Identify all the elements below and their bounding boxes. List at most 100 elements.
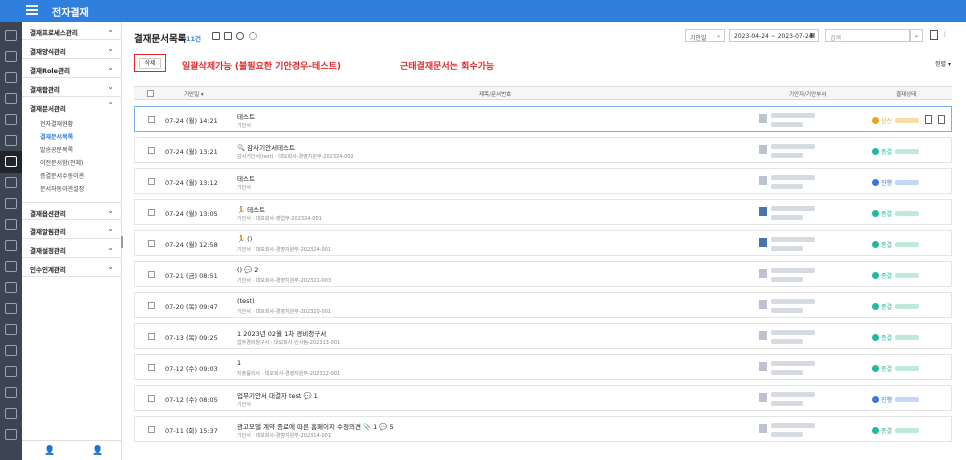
row-title[interactable]: (test) — [237, 297, 255, 305]
monitor-icon[interactable] — [5, 324, 17, 335]
calendar-icon[interactable] — [5, 240, 17, 251]
delete-button[interactable]: 삭제 — [139, 58, 161, 69]
row-checkbox[interactable] — [148, 147, 155, 154]
home-icon[interactable] — [5, 30, 17, 41]
row-checkbox[interactable] — [148, 116, 155, 123]
row-title[interactable]: 테스트 — [237, 111, 255, 121]
row-title[interactable]: 🔍 감사기안서테스트 — [237, 142, 295, 152]
sidebar-group-form[interactable]: 결재양식관리 ⌄ — [22, 41, 122, 59]
table-row[interactable]: 07-20 (목) 09:47 (test) 기안서 · 대모회사-경영지원부-20… — [134, 292, 952, 318]
row-title[interactable]: 광고모델 계약 종료에 따른 홈페이지 수정의견 📎 1 💬 5 — [237, 421, 394, 431]
org-icon[interactable] — [5, 303, 17, 314]
pen-icon[interactable] — [5, 156, 17, 167]
sidebar-item-manual-transfer[interactable]: 증결문서수동이관 — [40, 171, 84, 180]
row-title[interactable]: 업무기안서 대결자 test 💬 1 — [237, 390, 318, 400]
row-checkbox[interactable] — [148, 240, 155, 247]
header-date[interactable]: 기안일 ▾ — [184, 90, 204, 98]
search-input[interactable]: 검색 — [825, 29, 910, 42]
share-icon[interactable] — [938, 115, 945, 124]
pencil-icon[interactable] — [5, 177, 17, 188]
date-filter-select[interactable]: 기안일 ⌄ — [685, 29, 725, 42]
sidebar-group-box[interactable]: 결재함관리 ⌄ — [22, 79, 122, 97]
drafter-name-blurred — [771, 423, 815, 428]
sidebar-item-previous-box[interactable]: 이전문서함(전체) — [40, 158, 83, 167]
row-checkbox[interactable] — [148, 364, 155, 371]
row-checkbox[interactable] — [148, 209, 155, 216]
admin-user-icon[interactable]: 👤 — [92, 446, 103, 456]
sidebar-item-auto-transfer[interactable]: 문서자동이관설정 — [40, 184, 84, 193]
mail-icon[interactable] — [5, 219, 17, 230]
menu-icon[interactable] — [26, 5, 38, 17]
document-icon[interactable] — [5, 114, 17, 125]
table-row[interactable]: 07-11 (화) 15:37 광고모델 계약 종료에 따른 홈페이지 수정의견 … — [134, 416, 952, 442]
sidebar-group-process[interactable]: 결재프로세스관리 ⌄ — [22, 22, 122, 40]
sidebar-item-sent-list[interactable]: 발송공문목록 — [40, 145, 73, 154]
avatar — [759, 424, 767, 433]
sidebar-group-setting[interactable]: 결재설정관리 ⌄ — [22, 240, 122, 258]
sidebar-group-label: 결재양식관리 — [30, 48, 66, 56]
row-checkbox[interactable] — [148, 426, 155, 433]
sort-select[interactable]: 정렬 ▾ — [935, 59, 951, 68]
row-checkbox[interactable] — [148, 302, 155, 309]
row-title[interactable]: 🏃 () — [237, 235, 252, 243]
calculator-icon[interactable] — [5, 51, 17, 62]
clipboard-icon[interactable] — [5, 387, 17, 398]
drafter-dept-blurred — [771, 215, 803, 220]
row-title[interactable]: 1 2023년 02월 1차 경비청구서 — [237, 328, 326, 338]
view-toggle-icon[interactable] — [212, 32, 220, 40]
refresh-icon[interactable] — [249, 32, 257, 40]
table-row[interactable]: 07-24 (월) 13:05 🏃 테스트 기안서 · 대모회사-영업부-20232… — [134, 199, 952, 225]
drafter-dept-blurred — [771, 339, 803, 344]
more-icon[interactable]: ⋮ — [942, 31, 948, 38]
sidebar-group-alert[interactable]: 결재알림관리 ⌄ — [22, 221, 122, 239]
search-option-button[interactable]: ⌄ — [910, 29, 923, 42]
trash-icon[interactable] — [925, 115, 932, 124]
add-icon[interactable] — [236, 32, 244, 40]
building-icon[interactable] — [5, 429, 17, 440]
mail-icon[interactable] — [5, 135, 17, 146]
row-checkbox[interactable] — [148, 271, 155, 278]
excel-icon[interactable] — [930, 30, 938, 40]
printer-icon[interactable] — [5, 345, 17, 356]
table-row[interactable]: 07-21 (금) 08:51 () 💬 2 기안서 · 대모회사-경영지원부-20… — [134, 261, 952, 287]
row-title[interactable]: 1 — [237, 359, 241, 367]
calendar-icon[interactable] — [5, 261, 17, 272]
status-badge: 종결 — [872, 426, 920, 435]
tablet-icon[interactable] — [5, 366, 17, 377]
row-title[interactable]: 테스트 — [237, 173, 255, 183]
sidebar-item-status[interactable]: 전자결재현황 — [40, 119, 73, 128]
row-checkbox[interactable] — [148, 178, 155, 185]
table-row[interactable]: 07-24 (월) 12:58 🏃 () 기안서 · 대모회사-경영지원부-2023… — [134, 230, 952, 256]
row-checkbox[interactable] — [148, 333, 155, 340]
sidebar-resize-handle[interactable] — [121, 236, 123, 248]
row-title[interactable]: 🏃 테스트 — [237, 204, 265, 214]
document-icon[interactable] — [5, 72, 17, 83]
row-checkbox[interactable] — [148, 395, 155, 402]
table-row[interactable]: 07-24 (월) 13:12 테스트 기안서 진행 — [134, 168, 952, 194]
sidebar-group-document[interactable]: 결재문서관리 ⌃ — [22, 98, 122, 116]
row-drafter — [759, 235, 819, 251]
sidebar-item-document-list[interactable]: 결재문서목록 — [40, 132, 73, 141]
chevron-up-icon: ⌃ — [107, 101, 114, 110]
select-all-checkbox[interactable] — [147, 90, 154, 97]
id-icon[interactable] — [5, 408, 17, 419]
sidebar-group-option[interactable]: 결재옵션관리 ⌄ — [22, 202, 122, 220]
sidebar-group-role[interactable]: 결재Role관리 ⌄ — [22, 60, 122, 78]
approver-name-blurred — [895, 211, 920, 216]
page-title: 결재문서목록 — [134, 34, 187, 45]
play-icon[interactable] — [224, 32, 232, 40]
clipboard-icon[interactable] — [5, 282, 17, 293]
row-title[interactable]: () 💬 2 — [237, 266, 258, 274]
table-row[interactable]: 07-24 (월) 14:21 테스트 기안서 상신 — [134, 106, 952, 132]
row-doc-number: 기안서 · 대모회사-경영지원부-202314-001 — [237, 433, 332, 439]
table-row[interactable]: 07-13 (목) 09:25 1 2023년 02월 1차 경비청구서 업무경비청… — [134, 323, 952, 349]
sidebar-group-handover[interactable]: 인수인계관리 ⌄ — [22, 259, 122, 277]
table-row[interactable]: 07-12 (수) 08:05 업무기안서 대결자 test 💬 1 기안서 진행 — [134, 385, 952, 411]
user-icon[interactable]: 👤 — [44, 446, 55, 456]
status-badge: 상신 — [872, 116, 920, 125]
bell-icon[interactable] — [5, 198, 17, 209]
table-row[interactable]: 07-24 (월) 13:21 🔍 감사기안서테스트 감사기안서(test) · 대… — [134, 137, 952, 163]
table-row[interactable]: 07-12 (수) 09:03 1 지출품의서 · 대모회사-경영지원부-20231… — [134, 354, 952, 380]
calendar-icon[interactable] — [5, 93, 17, 104]
date-range-input[interactable]: 2023-04-24 ~ 2023-07-24 ▦ — [729, 29, 819, 42]
